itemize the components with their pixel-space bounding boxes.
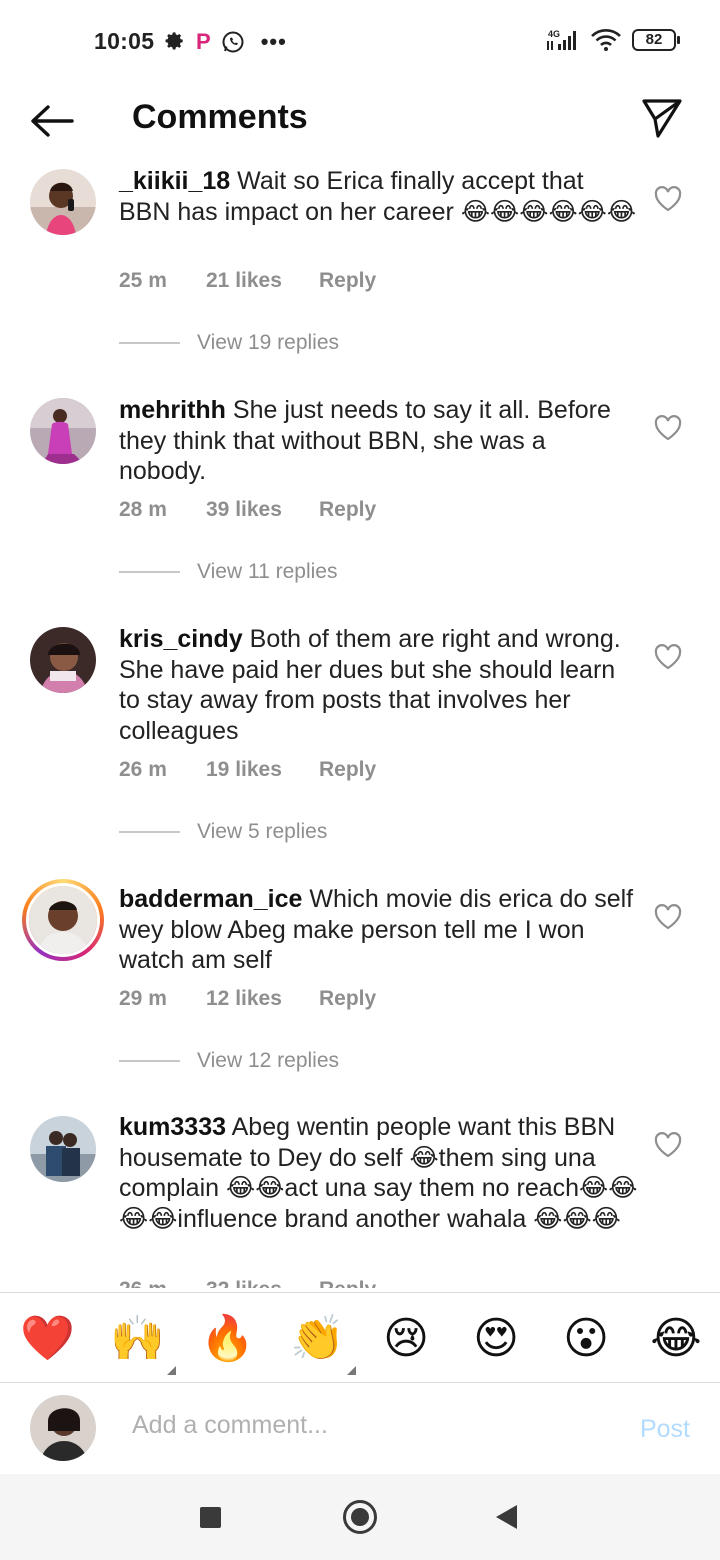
page-title: Comments <box>132 98 308 136</box>
heart-icon[interactable] <box>654 1132 682 1158</box>
comment-time: 28 m <box>119 498 167 521</box>
skin-tone-indicator <box>167 1366 176 1375</box>
comment-likes[interactable]: 12 likes <box>206 987 319 1011</box>
recent-apps-icon[interactable] <box>200 1507 221 1528</box>
comment-username[interactable]: kris_cindy <box>119 625 243 653</box>
red-heart-reaction-icon[interactable]: ❤️ <box>20 1313 75 1365</box>
avatar[interactable] <box>30 1116 96 1182</box>
view-replies-label: View 19 replies <box>197 331 340 354</box>
replies-divider <box>119 1060 180 1062</box>
comment-username[interactable]: mehrithh <box>119 396 226 424</box>
post-button[interactable]: Post <box>640 1415 690 1444</box>
crying-face-reaction-icon[interactable]: 😢 <box>380 1313 432 1365</box>
add-comment-bar: Post <box>0 1382 720 1474</box>
view-replies-label: View 11 replies <box>197 560 338 583</box>
comment-meta: 26 m 19 likes Reply <box>119 758 376 782</box>
view-replies-button[interactable]: View 5 replies <box>119 820 327 844</box>
current-user-avatar <box>30 1395 96 1461</box>
comment-time: 29 m <box>119 987 167 1010</box>
system-navigation-bar <box>0 1474 720 1560</box>
reply-button[interactable]: Reply <box>319 498 376 522</box>
avatar[interactable] <box>30 627 96 693</box>
status-time: 10:05 <box>94 28 155 54</box>
raising-hands-reaction-icon[interactable]: 🙌 <box>110 1313 176 1375</box>
comment-text: mehrithh She just needs to say it all. B… <box>119 395 639 487</box>
comment-time: 26 m <box>119 758 167 781</box>
back-triangle-icon[interactable] <box>496 1505 517 1529</box>
comment-likes[interactable]: 32 likes <box>206 1278 319 1288</box>
comment-text: _kiikii_18 Wait so Erica finally accept … <box>119 166 639 227</box>
comment-text: kris_cindy Both of them are right and wr… <box>119 624 639 746</box>
battery-indicator: 82 <box>632 29 680 51</box>
quick-reactions-bar: ❤️ 🙌 🔥 👏 😢 😍 😮 😂 <box>0 1292 720 1382</box>
avatar[interactable] <box>30 398 96 464</box>
comment-username[interactable]: kum3333 <box>119 1113 226 1141</box>
heart-icon[interactable] <box>654 186 682 212</box>
avatar[interactable] <box>30 169 96 235</box>
status-system-icons: 4G 82 <box>544 28 680 52</box>
comments-list[interactable]: _kiikii_18 Wait so Erica finally accept … <box>0 156 720 1288</box>
back-arrow-icon[interactable] <box>28 102 76 140</box>
comment-time: 26 m <box>119 1278 206 1288</box>
comment-meta: 28 m 39 likes Reply <box>119 498 376 522</box>
gear-icon <box>165 32 183 50</box>
status-bar: 10:05 P ••• 4G 82 <box>0 0 720 84</box>
whatsapp-icon <box>222 31 244 53</box>
comment-text: kum3333 Abeg wentin people want this BBN… <box>119 1112 639 1234</box>
more-notifications-icon: ••• <box>260 29 287 54</box>
heart-icon[interactable] <box>654 415 682 441</box>
avatar-with-story-ring[interactable] <box>22 879 104 961</box>
raising-hands-glyph: 🙌 <box>110 1314 165 1363</box>
replies-divider <box>119 831 180 833</box>
reply-button[interactable]: Reply <box>319 1278 376 1288</box>
reply-button[interactable]: Reply <box>319 987 376 1011</box>
clapping-hands-glyph: 👏 <box>290 1314 345 1363</box>
p-app-icon: P <box>196 29 211 54</box>
heart-icon[interactable] <box>654 644 682 670</box>
wifi-icon <box>591 29 621 51</box>
comment-time: 25 m <box>119 269 167 292</box>
comment-meta: 26 m 32 likes Reply <box>119 1278 376 1288</box>
view-replies-label: View 5 replies <box>197 820 328 843</box>
comments-header: Comments <box>0 84 720 156</box>
comment-likes[interactable]: 39 likes <box>206 498 319 522</box>
comment-username[interactable]: _kiikii_18 <box>119 167 230 195</box>
comment-meta: 25 m 21 likes Reply <box>119 269 376 293</box>
fire-reaction-icon[interactable]: 🔥 <box>200 1313 255 1365</box>
surprised-face-reaction-icon[interactable]: 😮 <box>560 1313 612 1365</box>
comment-text: badderman_ice Which movie dis erica do s… <box>119 884 639 976</box>
view-replies-button[interactable]: View 12 replies <box>119 1049 339 1073</box>
reply-button[interactable]: Reply <box>319 758 376 782</box>
replies-divider <box>119 342 180 344</box>
replies-divider <box>119 571 180 573</box>
comment-likes[interactable]: 21 likes <box>206 269 319 293</box>
view-replies-label: View 12 replies <box>197 1049 340 1072</box>
comment-input[interactable] <box>132 1411 592 1440</box>
tears-of-joy-reaction-icon[interactable]: 😂 <box>650 1313 702 1365</box>
signal-icon: 4G <box>547 29 576 50</box>
reply-button[interactable]: Reply <box>319 269 376 293</box>
home-icon[interactable] <box>343 1500 377 1534</box>
comment-meta: 29 m 12 likes Reply <box>119 987 376 1011</box>
view-replies-button[interactable]: View 19 replies <box>119 331 339 355</box>
skin-tone-indicator <box>347 1366 356 1375</box>
network-type: 4G <box>548 29 560 39</box>
comment-username[interactable]: badderman_ice <box>119 885 302 913</box>
heart-eyes-reaction-icon[interactable]: 😍 <box>470 1313 522 1365</box>
status-notification-icons: P ••• <box>164 30 287 54</box>
comment-likes[interactable]: 19 likes <box>206 758 319 782</box>
heart-icon[interactable] <box>654 904 682 930</box>
view-replies-button[interactable]: View 11 replies <box>119 560 337 584</box>
clapping-hands-reaction-icon[interactable]: 👏 <box>290 1313 356 1375</box>
paper-plane-icon[interactable] <box>640 96 684 140</box>
